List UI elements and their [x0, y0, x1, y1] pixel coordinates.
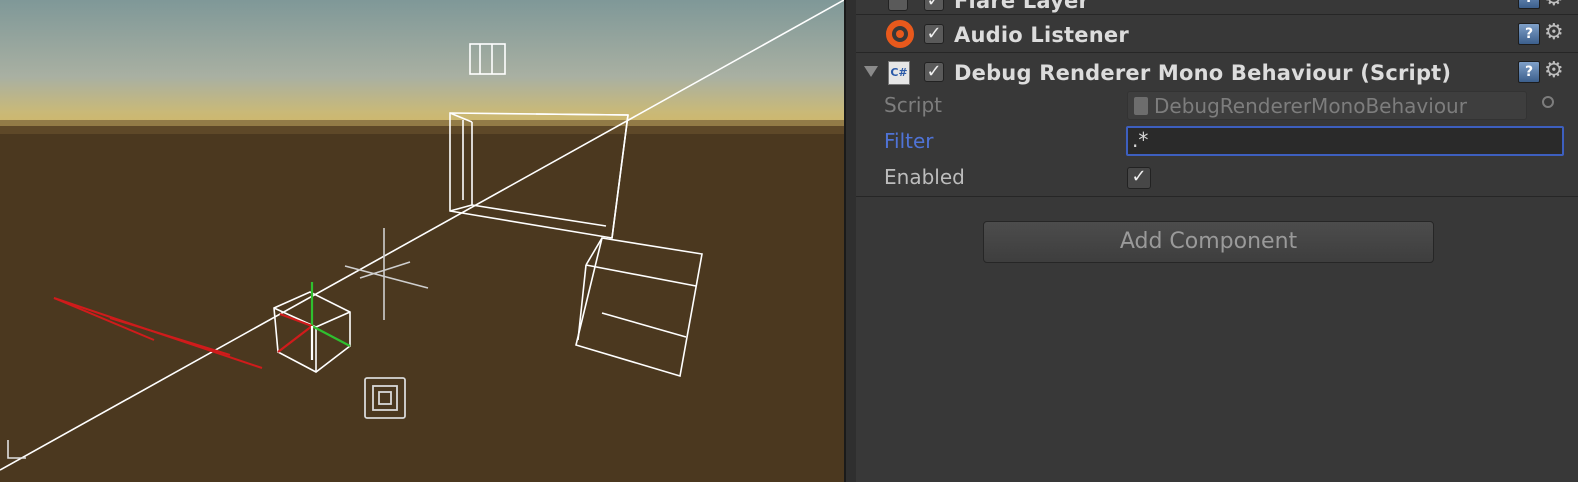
enabled-checkbox[interactable]: ✓: [1127, 167, 1151, 189]
flare-layer-enabled-checkbox[interactable]: ✓: [924, 0, 944, 11]
add-component-button[interactable]: Add Component: [983, 221, 1434, 263]
gear-icon[interactable]: ⚙: [1544, 59, 1570, 83]
check-icon: ✓: [1131, 166, 1147, 187]
component-title: Audio Listener: [954, 23, 1129, 47]
panel-splitter[interactable]: [844, 0, 856, 482]
filter-input[interactable]: .*: [1126, 126, 1564, 156]
horizon-band: [0, 120, 844, 134]
debug-renderer-enabled-checkbox[interactable]: ✓: [924, 62, 944, 82]
script-value: DebugRendererMonoBehaviour: [1154, 94, 1467, 118]
section-divider: [856, 196, 1578, 197]
script-file-icon: [1134, 97, 1148, 115]
audio-listener-enabled-checkbox[interactable]: ✓: [924, 24, 944, 44]
object-picker-icon[interactable]: [1542, 96, 1554, 108]
enabled-label: Enabled: [884, 165, 965, 189]
check-icon: ✓: [926, 61, 942, 82]
help-icon[interactable]: ?: [1518, 0, 1540, 9]
check-icon: ✓: [926, 0, 942, 11]
inspector-panel: ✓ Flare Layer ? ⚙ ✓ Audio Listener ? ⚙ C…: [856, 0, 1578, 482]
audio-listener-icon: [886, 20, 914, 48]
script-object-field[interactable]: DebugRendererMonoBehaviour: [1127, 91, 1527, 120]
gear-icon[interactable]: ⚙: [1544, 21, 1570, 45]
csharp-script-icon: C#: [888, 61, 910, 85]
check-icon: ✓: [926, 23, 942, 44]
ground-plane: [0, 126, 844, 482]
gear-icon[interactable]: ⚙: [1544, 0, 1570, 11]
component-header-audio-listener[interactable]: ✓ Audio Listener ? ⚙: [856, 15, 1578, 53]
script-label: Script: [884, 93, 943, 117]
component-title: Debug Renderer Mono Behaviour (Script): [954, 61, 1452, 85]
help-icon[interactable]: ?: [1518, 23, 1540, 45]
component-header-flare-layer[interactable]: ✓ Flare Layer ? ⚙: [856, 0, 1578, 15]
component-header-debug-renderer[interactable]: C# ✓ Debug Renderer Mono Behaviour (Scri…: [856, 53, 1578, 91]
filter-value: .*: [1132, 128, 1149, 152]
help-icon[interactable]: ?: [1518, 61, 1540, 83]
scene-viewport[interactable]: [0, 0, 844, 482]
foldout-arrow-icon[interactable]: [864, 66, 878, 77]
scene-view[interactable]: [0, 0, 844, 482]
filter-label: Filter: [884, 129, 934, 153]
component-title: Flare Layer: [954, 0, 1090, 13]
flare-layer-icon-checkbox[interactable]: [888, 0, 908, 11]
